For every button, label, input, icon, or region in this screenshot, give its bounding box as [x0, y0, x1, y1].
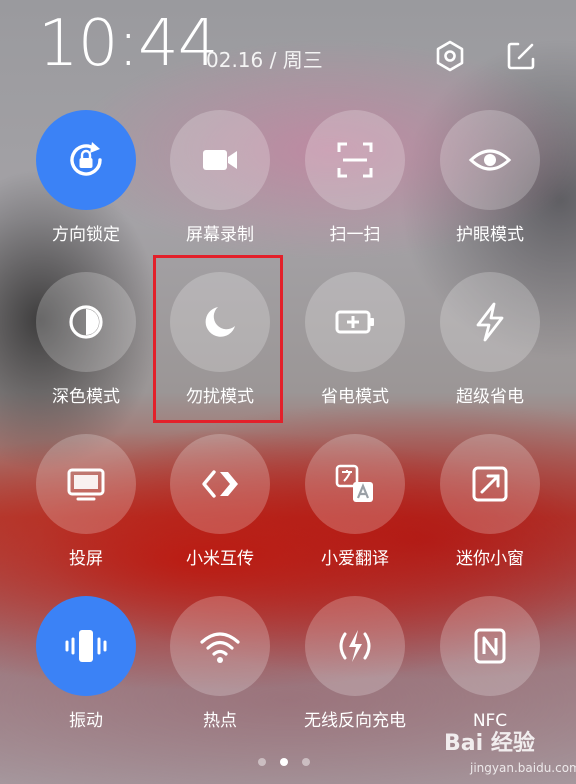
- page-indicator: [258, 758, 310, 766]
- screen-cast-icon: [67, 468, 105, 501]
- tile-translate[interactable]: 小爱翻译: [287, 434, 423, 594]
- tile-rotation-lock[interactable]: 方向锁定: [18, 110, 154, 270]
- tile-button[interactable]: [36, 272, 136, 372]
- tile-button[interactable]: [305, 434, 405, 534]
- highlight-box: [153, 255, 283, 423]
- tile-label: 护眼模式: [456, 225, 524, 245]
- tile-eye-care[interactable]: 护眼模式: [422, 110, 558, 270]
- tile-screen-cast[interactable]: 投屏: [18, 434, 154, 594]
- tile-screen-record[interactable]: 屏幕录制: [152, 110, 288, 270]
- scan-icon: [337, 142, 373, 178]
- battery-saver-icon: [335, 310, 374, 334]
- rotation-lock-icon: [70, 142, 102, 176]
- tile-button[interactable]: [305, 596, 405, 696]
- eye-icon: [468, 149, 512, 171]
- tile-label: NFC: [472, 711, 508, 731]
- tile-button[interactable]: [440, 434, 540, 534]
- tile-button[interactable]: [170, 596, 270, 696]
- tile-scan[interactable]: 扫一扫: [287, 110, 423, 270]
- baidu-jingyan-watermark: Bai 经验 jingyan.baidu.com: [440, 730, 576, 784]
- page-dot[interactable]: [258, 758, 266, 766]
- lightning-icon: [476, 302, 504, 342]
- tile-button[interactable]: [440, 596, 540, 696]
- tile-label: 超级省电: [456, 387, 524, 407]
- page-dot-current[interactable]: [280, 758, 288, 766]
- mini-window-icon: [472, 466, 508, 502]
- tile-label: 无线反向充电: [304, 711, 406, 731]
- tile-button[interactable]: [36, 434, 136, 534]
- tile-reverse-charging[interactable]: 无线反向充电: [287, 596, 423, 756]
- watermark-url: jingyan.baidu.com: [470, 761, 576, 775]
- tile-mini-window[interactable]: 迷你小窗: [422, 434, 558, 594]
- nfc-icon: [474, 628, 506, 664]
- tile-button[interactable]: [305, 272, 405, 372]
- tile-label: 扫一扫: [329, 225, 381, 245]
- tile-ultra-saving[interactable]: 超级省电: [422, 272, 558, 432]
- tile-label: 深色模式: [52, 387, 120, 407]
- tile-label: 投屏: [69, 549, 103, 569]
- translate-icon: [335, 464, 373, 502]
- tile-label: 屏幕录制: [186, 225, 254, 245]
- tile-label: 省电模式: [321, 387, 389, 407]
- tile-button[interactable]: [170, 434, 270, 534]
- tile-button[interactable]: [170, 110, 270, 210]
- tile-label: 小爱翻译: [321, 549, 389, 569]
- video-camera-icon: [203, 150, 237, 170]
- tile-dark-mode[interactable]: 深色模式: [18, 272, 154, 432]
- tile-button[interactable]: [305, 110, 405, 210]
- tile-button[interactable]: [440, 272, 540, 372]
- tile-button[interactable]: [36, 110, 136, 210]
- tile-power-saving[interactable]: 省电模式: [287, 272, 423, 432]
- tile-mi-share[interactable]: 小米互传: [152, 434, 288, 594]
- mi-share-icon: [202, 470, 238, 498]
- page-dot[interactable]: [302, 758, 310, 766]
- control-center-grid: 方向锁定 屏幕录制 扫一扫 护眼模式 深色模式 勿扰模式 省电模式 超级省电 投…: [0, 0, 576, 784]
- tile-button[interactable]: [440, 110, 540, 210]
- tile-label: 振动: [69, 711, 103, 731]
- hotspot-icon: [200, 632, 240, 663]
- tile-vibrate[interactable]: 振动: [18, 596, 154, 756]
- vibrate-icon: [65, 630, 107, 662]
- tile-hotspot[interactable]: 热点: [152, 596, 288, 756]
- watermark-brand: Bai 经验: [444, 731, 535, 756]
- tile-label: 方向锁定: [52, 225, 120, 245]
- tile-label: 小米互传: [186, 549, 254, 569]
- dark-mode-icon: [69, 305, 103, 339]
- tile-label: 热点: [203, 711, 237, 731]
- tile-button[interactable]: [36, 596, 136, 696]
- reverse-charging-icon: [339, 630, 371, 662]
- tile-label: 迷你小窗: [456, 549, 524, 569]
